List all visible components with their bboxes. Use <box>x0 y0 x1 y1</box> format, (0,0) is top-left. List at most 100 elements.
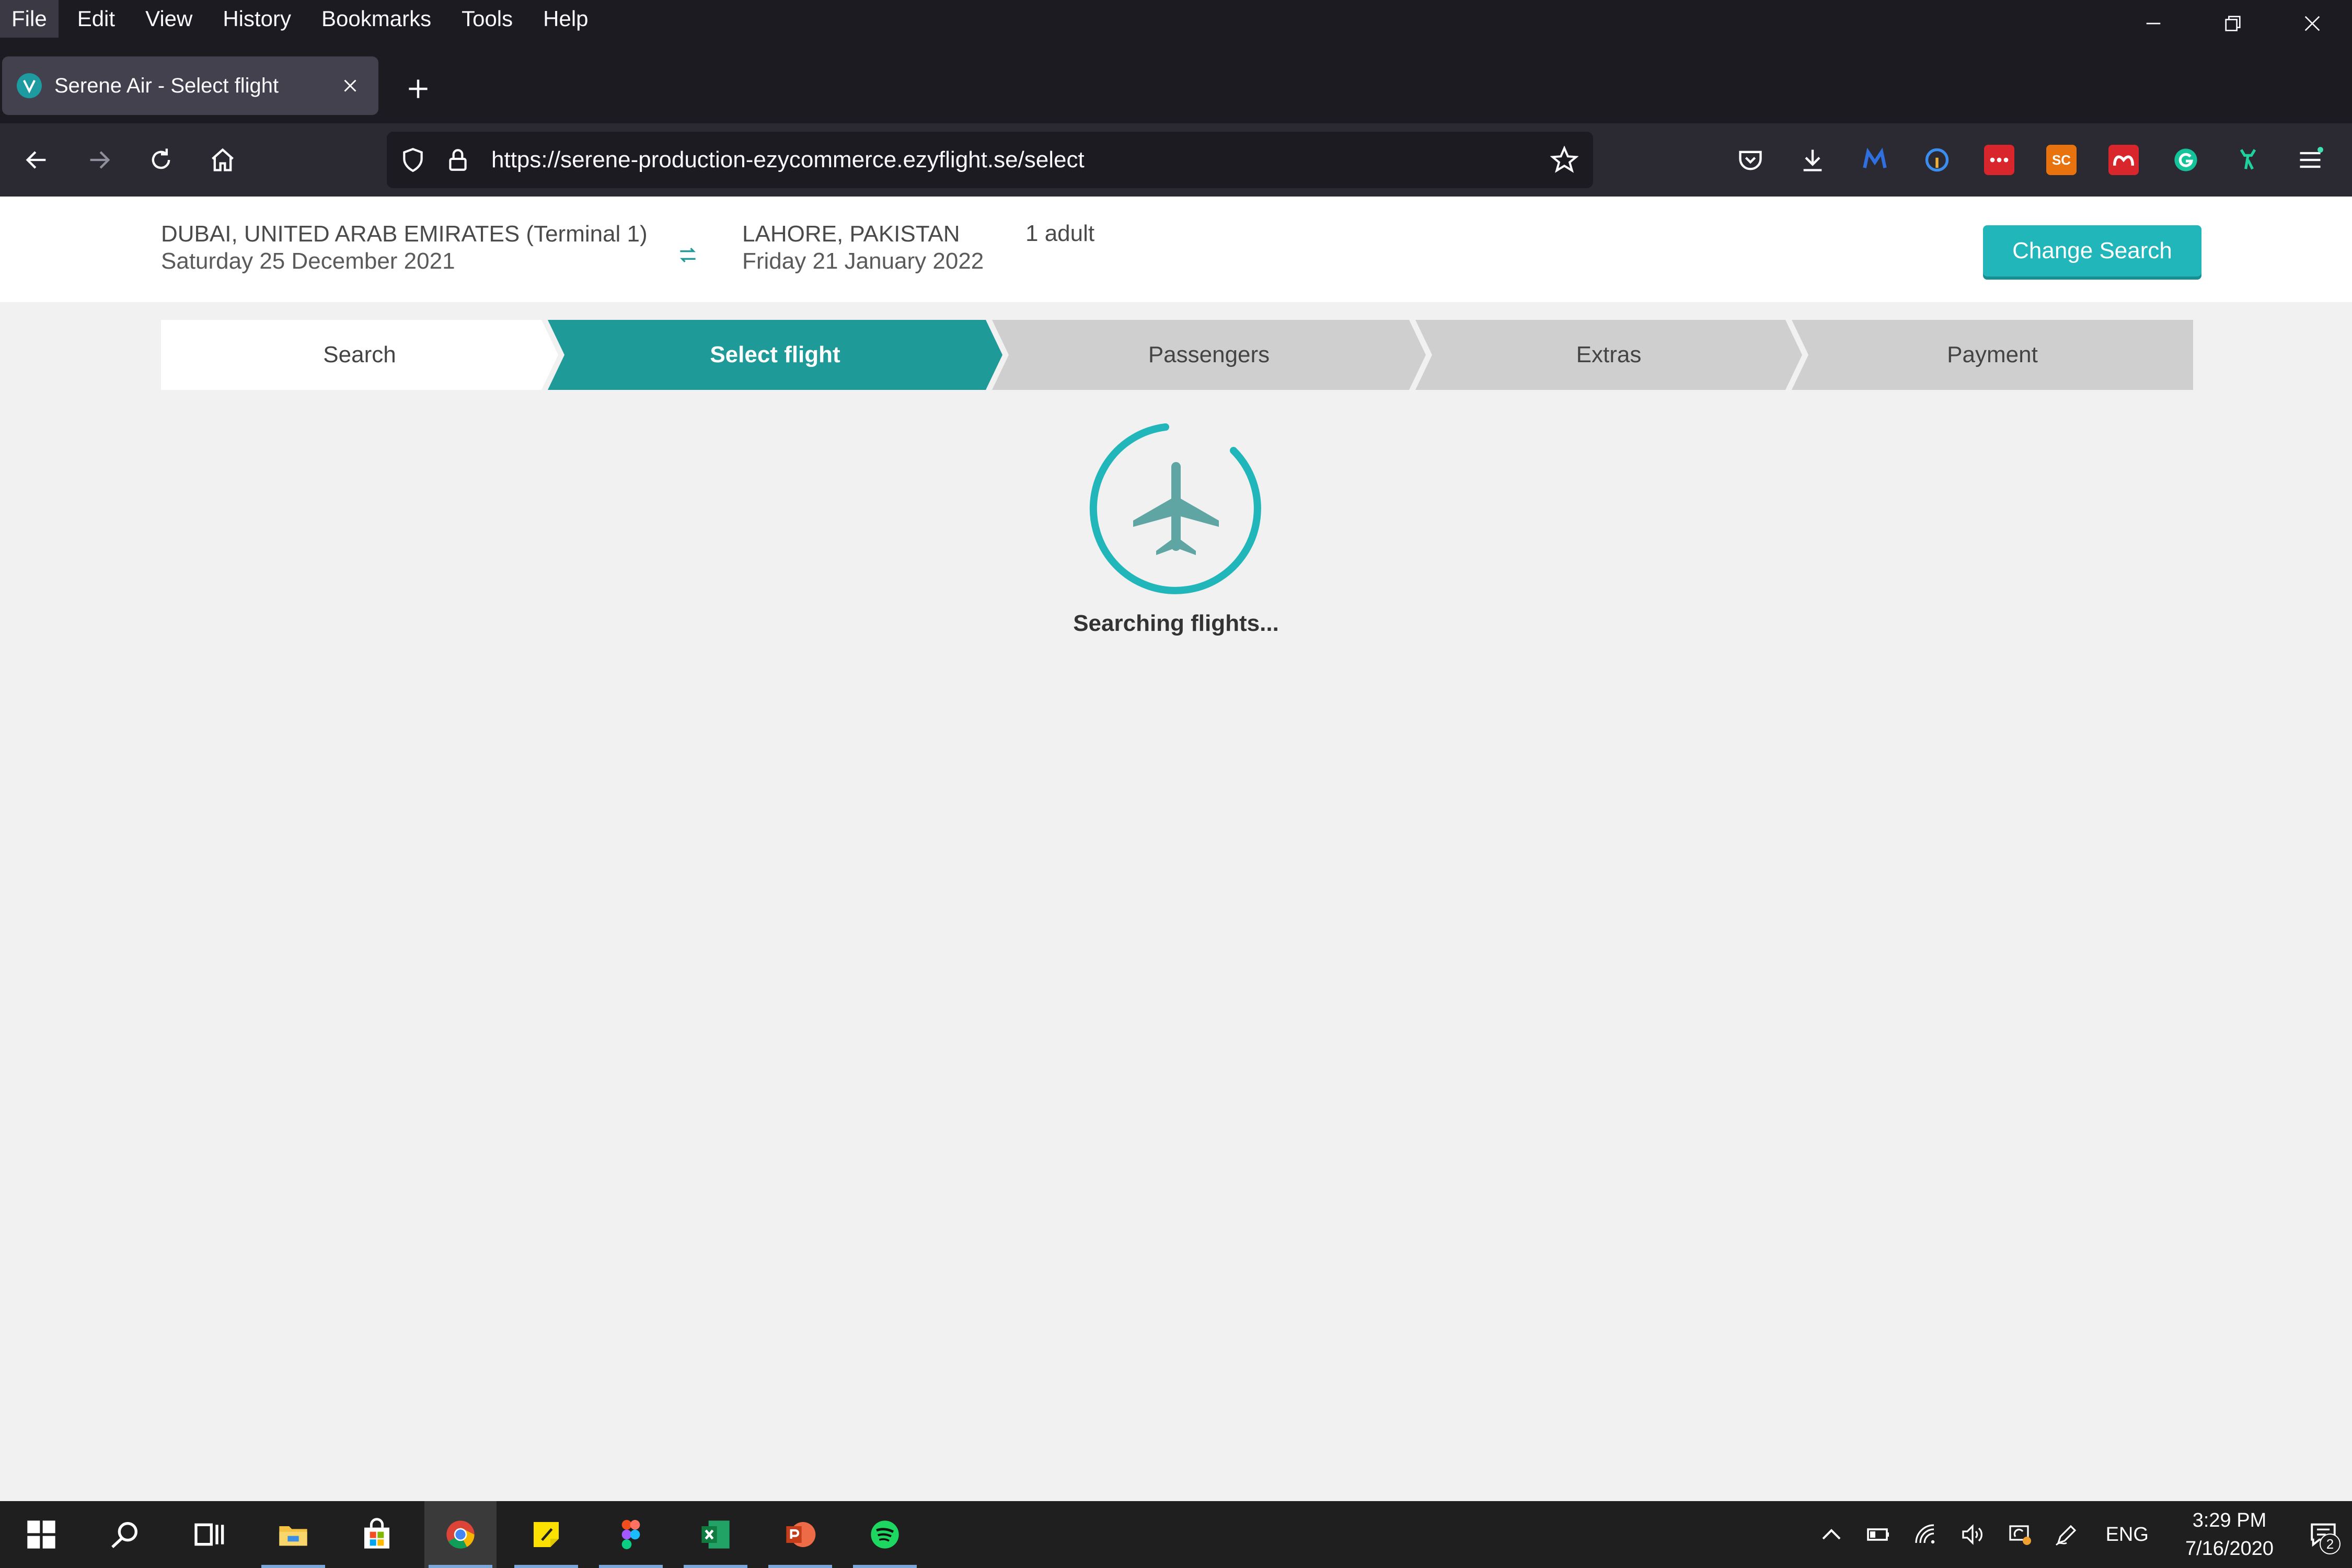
sc-extension-button[interactable]: SC <box>2046 145 2077 175</box>
clock-time: 3:29 PM <box>2192 1509 2267 1531</box>
searching-status-text: Searching flights... <box>1073 610 1279 636</box>
battery-icon <box>1866 1528 1889 1541</box>
minimize-icon <box>2146 22 2161 25</box>
tab-strip: Serene Air - Select flight <box>0 52 2352 123</box>
taskbar-figma[interactable] <box>595 1501 667 1568</box>
tab-serene-air[interactable]: Serene Air - Select flight <box>2 56 378 115</box>
new-tab-button[interactable] <box>397 68 439 110</box>
loading-spinner <box>1088 421 1264 597</box>
downloads-button[interactable] <box>1797 145 1828 175</box>
grammarly-extension-button[interactable] <box>2171 145 2201 175</box>
action-center-button[interactable]: 2 <box>2295 1501 2352 1568</box>
mendeley-extension-button[interactable] <box>2108 145 2139 175</box>
deer-icon <box>2240 149 2256 170</box>
mendeley-icon <box>2113 155 2135 166</box>
destination-date: Friday 21 January 2022 <box>742 248 984 274</box>
taskbar-microsoft-store[interactable] <box>341 1501 413 1568</box>
info-extension-button[interactable] <box>1922 145 1952 175</box>
close-icon <box>344 79 356 92</box>
plus-icon <box>409 79 428 98</box>
bookmark-star-button[interactable] <box>1546 142 1583 178</box>
origin-block: DUBAI, UNITED ARAB EMIRATES (Terminal 1)… <box>161 221 648 275</box>
change-search-button[interactable]: Change Search <box>1983 225 2201 276</box>
step-extras[interactable]: Extras <box>1415 320 1802 390</box>
step-extras-label: Extras <box>1576 342 1642 367</box>
taskbar-powerpoint[interactable] <box>764 1501 836 1568</box>
serene-air-favicon-icon <box>17 73 42 98</box>
swap-arrows-icon <box>680 247 696 263</box>
step-passengers[interactable]: Passengers <box>992 320 1426 390</box>
restore-button[interactable] <box>2193 0 2273 47</box>
menu-history[interactable]: History <box>211 0 303 38</box>
arrow-left-icon <box>26 151 46 169</box>
taskbar-search-button[interactable] <box>89 1501 161 1568</box>
speaker-icon <box>1962 1524 1982 1545</box>
step-select-flight-label: Select flight <box>710 342 840 367</box>
show-hidden-icons-button[interactable] <box>1808 1501 1855 1568</box>
battery-button[interactable] <box>1855 1501 1902 1568</box>
home-icon <box>212 148 234 171</box>
tab-close-button[interactable] <box>335 70 366 101</box>
close-window-button[interactable] <box>2273 0 2352 47</box>
reload-button[interactable] <box>140 139 182 181</box>
origin-date: Saturday 25 December 2021 <box>161 248 455 274</box>
windows-logo-icon <box>27 1520 55 1549</box>
back-button[interactable] <box>16 139 57 181</box>
origin-city: DUBAI, UNITED ARAB EMIRATES (Terminal 1) <box>161 221 648 247</box>
task-view-button[interactable] <box>172 1501 245 1568</box>
hamburger-menu-icon <box>2300 147 2323 168</box>
chrome-icon <box>446 1520 475 1549</box>
reload-icon <box>152 148 170 169</box>
taskbar-file-explorer[interactable] <box>257 1501 329 1568</box>
deer-extension-button[interactable] <box>2233 145 2263 175</box>
taskbar-chrome[interactable] <box>424 1501 497 1568</box>
app-menu-button[interactable] <box>2295 145 2325 175</box>
windows-taskbar: ENG 3:29 PM 7/16/2020 2 <box>0 1501 2352 1568</box>
lastpass-extension-button[interactable] <box>1984 145 2014 175</box>
volume-button[interactable] <box>1949 1501 1996 1568</box>
search-summary-bar: DUBAI, UNITED ARAB EMIRATES (Terminal 1)… <box>0 197 2352 302</box>
windows-update-button[interactable] <box>1996 1501 2043 1568</box>
airplane-icon <box>1133 462 1219 555</box>
star-icon <box>1550 146 1578 173</box>
destination-block: LAHORE, PAKISTAN Friday 21 January 2022 <box>742 221 984 275</box>
destination-city: LAHORE, PAKISTAN <box>742 221 960 247</box>
search-icon <box>111 1522 137 1548</box>
home-button[interactable] <box>202 139 244 181</box>
menu-edit[interactable]: Edit <box>66 0 126 38</box>
minimize-button[interactable] <box>2114 0 2193 47</box>
forward-button[interactable] <box>78 139 120 181</box>
taskbar-sticky-notes[interactable] <box>510 1501 582 1568</box>
taskbar-excel[interactable] <box>679 1501 752 1568</box>
tracking-protection-shield-icon[interactable] <box>397 144 429 176</box>
step-search[interactable]: Search <box>161 320 558 390</box>
menu-view[interactable]: View <box>134 0 204 38</box>
taskbar-clock[interactable]: 3:29 PM 7/16/2020 <box>2164 1506 2295 1563</box>
pocket-button[interactable] <box>1735 145 1766 175</box>
menu-help[interactable]: Help <box>532 0 599 38</box>
pen-workspace-button[interactable] <box>2043 1501 2090 1568</box>
wifi-icon <box>1915 1524 1934 1544</box>
folder-icon <box>279 1526 307 1546</box>
lock-icon[interactable] <box>442 144 474 176</box>
menu-tools[interactable]: Tools <box>450 0 524 38</box>
download-icon <box>1803 149 1822 171</box>
url-bar[interactable]: https://serene-production-ezycommerce.ez… <box>387 132 1593 188</box>
chevron-up-icon <box>1822 1529 1840 1540</box>
taskbar-spotify[interactable] <box>849 1501 921 1568</box>
menu-bookmarks[interactable]: Bookmarks <box>310 0 443 38</box>
input-language-indicator[interactable]: ENG <box>2090 1524 2164 1546</box>
browser-chrome: File Edit View History Bookmarks Tools H… <box>0 0 2352 197</box>
grammarly-icon <box>2174 148 2197 171</box>
close-icon <box>2304 16 2320 31</box>
step-select-flight[interactable]: Select flight <box>548 320 1002 390</box>
page-content: DUBAI, UNITED ARAB EMIRATES (Terminal 1)… <box>0 197 2352 1501</box>
step-payment[interactable]: Payment <box>1792 320 2193 390</box>
url-text[interactable]: https://serene-production-ezycommerce.ez… <box>491 147 1546 173</box>
network-button[interactable] <box>1902 1501 1949 1568</box>
task-view-icon <box>194 1523 224 1546</box>
malwarebytes-extension-button[interactable] <box>1860 145 1890 175</box>
menu-file[interactable]: File <box>0 0 59 38</box>
start-button[interactable] <box>5 1501 77 1568</box>
step-payment-label: Payment <box>1947 342 2038 367</box>
